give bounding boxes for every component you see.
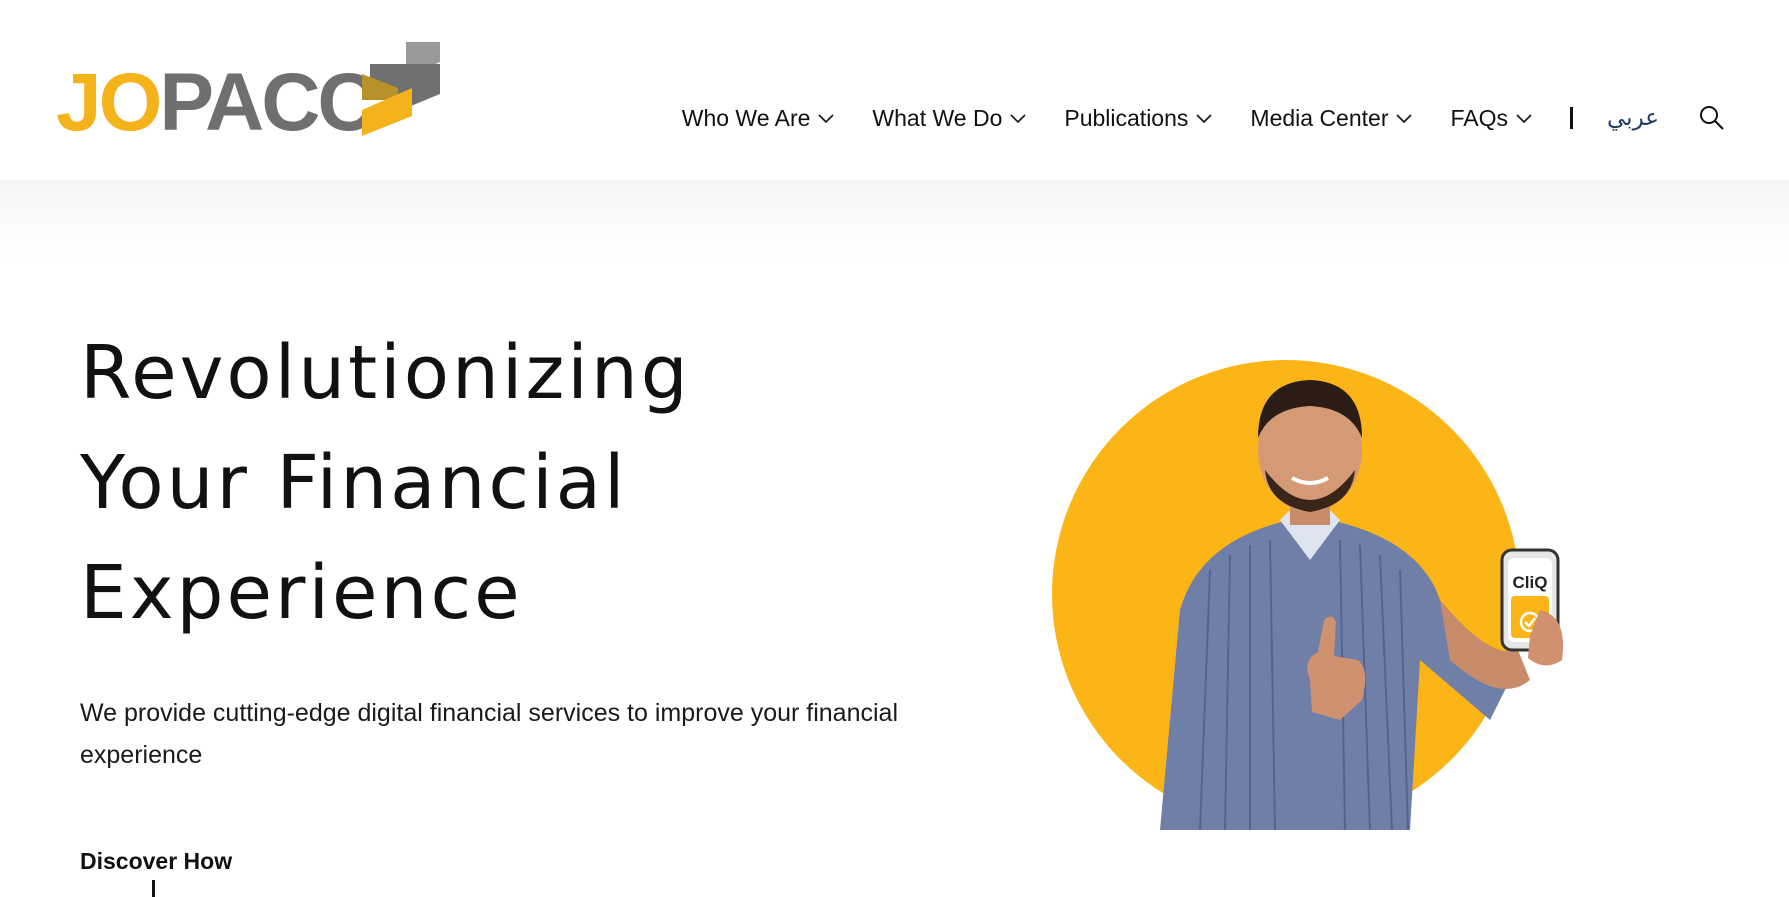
discover-how-link[interactable]: Discover How <box>80 848 232 875</box>
language-switch-arabic[interactable]: عربي <box>1607 105 1659 131</box>
hero-subtitle: We provide cutting-edge digital financia… <box>80 699 899 769</box>
nav-item-label: What We Do <box>872 104 1003 131</box>
hero-title-line: Experience <box>80 550 523 636</box>
chevron-down-icon <box>1196 114 1212 124</box>
phone-brand-text: CliQ <box>1513 573 1548 592</box>
nav-item-publications[interactable]: Publications <box>1064 105 1212 132</box>
hero-title-line: Revolutionizing <box>80 330 691 416</box>
nav-divider <box>1570 107 1573 129</box>
nav-item-what-we-do[interactable]: What We Do <box>872 105 1026 132</box>
nav-item-who-we-are[interactable]: Who We Are <box>682 105 835 132</box>
site-header: JO PACC Who We Are What We Do Publicatio… <box>0 0 1789 180</box>
logo-jo: JO <box>56 57 162 148</box>
header-shadow <box>0 180 1789 260</box>
nav-item-media-center[interactable]: Media Center <box>1250 104 1413 132</box>
nav-item-label: Media Center <box>1250 104 1389 131</box>
hero-title-line: Your Financial <box>80 440 628 526</box>
chevron-down-icon <box>1010 114 1026 124</box>
chevron-down-icon <box>818 114 834 124</box>
hero-image-man-with-phone: CliQ <box>1052 360 1564 831</box>
chevron-down-icon <box>1396 114 1413 124</box>
search-icon[interactable] <box>1699 105 1725 131</box>
main-nav: Who We Are What We Do Publications Media… <box>644 100 1725 136</box>
nav-item-label: Who We Are <box>681 104 811 131</box>
nav-item-faqs[interactable]: FAQs <box>1450 105 1532 132</box>
jopacc-logo[interactable]: JO PACC <box>56 36 440 148</box>
logo-mark-icon <box>362 42 440 136</box>
nav-item-label: Publications <box>1064 104 1189 131</box>
scroll-indicator-line <box>152 880 155 897</box>
hero-title: Revolutionizing Your Financial Experienc… <box>80 318 840 648</box>
chevron-down-icon <box>1516 114 1532 124</box>
nav-item-label: FAQs <box>1450 104 1508 131</box>
